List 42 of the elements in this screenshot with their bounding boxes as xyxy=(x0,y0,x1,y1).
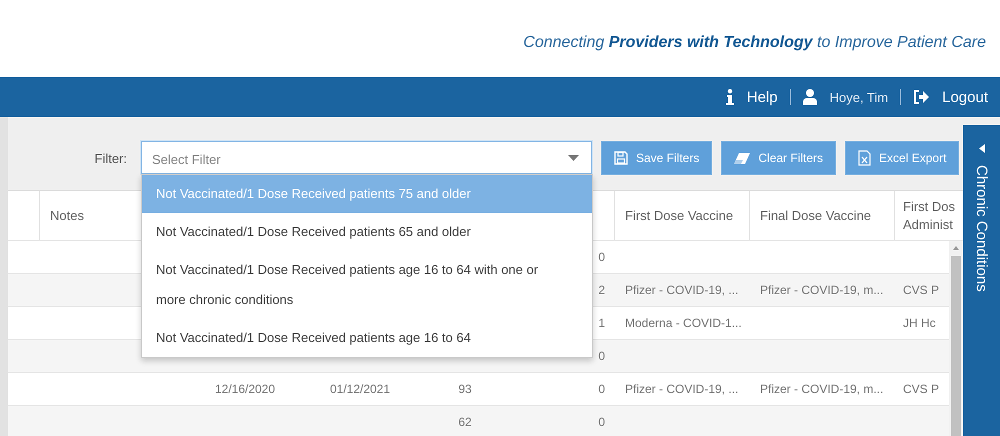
scrollbar[interactable] xyxy=(949,241,963,436)
table-cell: CVS P xyxy=(903,382,940,396)
column-header: First Dose Vaccine xyxy=(625,208,734,223)
eraser-icon xyxy=(734,152,750,164)
filter-option[interactable]: Not Vaccinated/1 Dose Received patients 65 and older xyxy=(142,213,592,251)
scroll-up-arrow-icon[interactable] xyxy=(953,246,959,250)
chronic-conditions-tab[interactable]: Chronic Conditions xyxy=(963,125,1000,436)
excel-file-icon xyxy=(858,150,872,166)
table-cell: 12/16/2020 xyxy=(214,382,276,396)
table-cell: 93 xyxy=(458,382,472,396)
table-cell: Pfizer - COVID-19, m... xyxy=(760,283,884,297)
table-cell: 0 xyxy=(598,415,605,429)
table-cell: 1 xyxy=(598,316,605,330)
column-header: First Dos Administ xyxy=(903,198,955,234)
table-cell: Pfizer - COVID-19, ... xyxy=(625,283,738,297)
table-cell: Pfizer - COVID-19, m... xyxy=(760,382,884,396)
table-cell: Pfizer - COVID-19, ... xyxy=(625,382,738,396)
logout-icon xyxy=(913,90,930,104)
column-header: Notes xyxy=(50,208,84,223)
table-cell: 0 xyxy=(598,382,605,396)
info-icon xyxy=(726,89,734,105)
table-cell: Moderna - COVID-1... xyxy=(625,316,742,330)
table-cell: 2 xyxy=(598,283,605,297)
help-link[interactable]: Help xyxy=(726,88,778,106)
dropdown-caret-icon xyxy=(568,154,579,160)
table-cell: 62 xyxy=(458,415,472,429)
table-cell: 0 xyxy=(598,349,605,363)
table-cell: 0 xyxy=(598,250,605,264)
logout-link[interactable]: Logout xyxy=(913,88,988,106)
user-name: Hoye, Tim xyxy=(830,90,888,104)
collapse-arrow-icon xyxy=(978,144,984,153)
save-icon xyxy=(614,151,628,165)
column-header: Final Dose Vaccine xyxy=(760,208,872,223)
filter-option[interactable]: Not Vaccinated/1 Dose Received patients age 16 to 64 xyxy=(142,319,592,357)
filter-label: Filter: xyxy=(94,151,127,166)
table-cell: JH Hc xyxy=(903,316,936,330)
filter-select[interactable]: Select Filter xyxy=(141,141,592,174)
tagline: Connecting Providers with Technology to Improve Patient Care xyxy=(523,34,986,52)
user-icon xyxy=(802,89,817,105)
table-cell: CVS P xyxy=(903,283,940,297)
filter-option[interactable]: Not Vaccinated/1 Dose Received patients age 16 to 64 with one or more chronic conditions xyxy=(142,251,592,319)
table-cell: 01/12/2021 xyxy=(330,382,390,396)
